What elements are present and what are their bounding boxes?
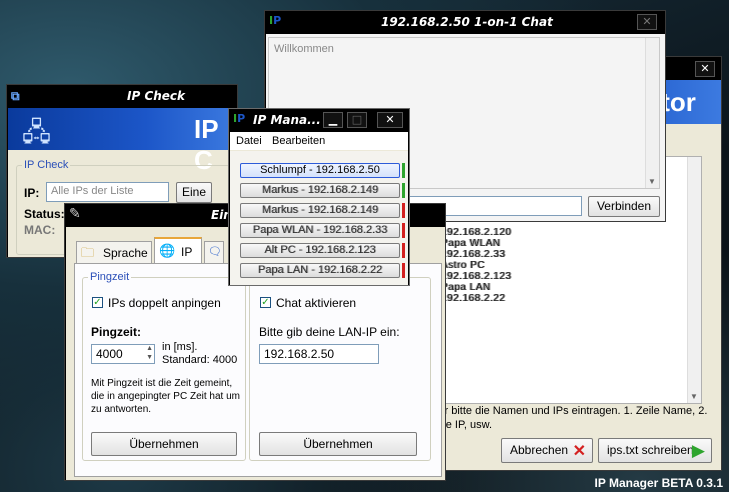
list-line: Astro PC bbox=[441, 260, 486, 271]
host-entry[interactable]: Schlumpf - 192.168.2.50 bbox=[240, 163, 400, 178]
apply-chat-button[interactable]: Übernehmen bbox=[259, 432, 417, 456]
status-indicator bbox=[402, 163, 405, 178]
write-ips-button-label: ips.txt schreiben bbox=[607, 443, 694, 457]
network-icon: ⧉ bbox=[11, 89, 20, 103]
settings-icon: ✎ bbox=[69, 206, 81, 222]
tab-ip-label: IP bbox=[181, 245, 193, 259]
ping-label: Pingzeit: bbox=[91, 325, 141, 339]
chat-log-scrollbar[interactable]: ▼ bbox=[645, 38, 659, 188]
host-entry[interactable]: Papa LAN - 192.168.2.22 bbox=[240, 263, 400, 278]
version-label: IP Manager BETA 0.3.1 bbox=[594, 476, 724, 490]
scroll-down-arrow-icon[interactable]: ▼ bbox=[690, 392, 698, 401]
apply-ping-button[interactable]: Übernehmen bbox=[91, 432, 237, 456]
menu-bar: Datei Bearbeiten bbox=[230, 132, 408, 150]
ping-description: Mit Pingzeit ist die Zeit gemeint, die i… bbox=[91, 378, 240, 415]
red-x-icon: ✕ bbox=[572, 443, 586, 460]
status-indicator bbox=[402, 243, 405, 258]
mac-label: MAC: bbox=[24, 223, 56, 237]
close-icon[interactable]: ✕ bbox=[377, 112, 403, 128]
ping-value-stepper[interactable]: 4000 ▲ ▼ bbox=[91, 344, 155, 364]
list-line: Papa LAN bbox=[441, 282, 491, 293]
chat-tab-icon: 🗨 bbox=[208, 246, 222, 258]
list-line: 192.168.2.120 bbox=[441, 227, 512, 238]
tab-sprache[interactable]: 🗀 Sprache bbox=[76, 241, 152, 263]
green-play-icon: ▶ bbox=[691, 441, 705, 460]
ping-standard: Standard: 4000 bbox=[162, 354, 238, 366]
chat-title: 192.168.2.50 1-on-1 Chat bbox=[381, 15, 553, 29]
ping-unit: in [ms]. bbox=[162, 341, 198, 353]
tab-ip[interactable]: 🌐 IP bbox=[154, 237, 202, 263]
status-indicator bbox=[402, 223, 405, 238]
ip-check-button[interactable]: Eine bbox=[176, 182, 212, 203]
tab-sprache-label: Sprache bbox=[103, 246, 148, 260]
tab-chat[interactable]: 🗨 bbox=[204, 241, 224, 263]
host-entry[interactable]: Papa WLAN - 192.168.2.33 bbox=[240, 223, 400, 238]
ip-input[interactable]: Alle IPs der Liste bbox=[46, 182, 169, 202]
menu-datei[interactable]: Datei bbox=[236, 135, 262, 147]
list-line: 192.168.2.22 bbox=[441, 293, 506, 304]
ping-value: 4000 bbox=[96, 347, 123, 361]
hint-text: Hier bitte die Namen und IPs eintragen. … bbox=[428, 405, 708, 431]
list-line: 192.168.2.123 bbox=[441, 271, 512, 282]
connect-button[interactable]: Verbinden bbox=[588, 196, 660, 217]
write-ips-button[interactable]: ips.txt schreiben ▶ bbox=[598, 438, 712, 463]
host-entry[interactable]: Markus - 192.168.2.149 bbox=[240, 203, 400, 218]
host-entry[interactable]: Alt PC - 192.168.2.123 bbox=[240, 243, 400, 258]
ip-check-title: IP Check bbox=[127, 89, 186, 103]
status-indicator bbox=[402, 263, 405, 278]
ip-manager-window: IP IP Mana... ▁ □ ✕ Datei Bearbeiten Sch… bbox=[228, 108, 410, 286]
stepper-up-icon[interactable]: ▲ bbox=[146, 345, 153, 352]
minimize-icon[interactable]: ▁ bbox=[323, 112, 343, 128]
chat-enable-label: Chat aktivieren bbox=[276, 296, 357, 310]
ip-list-content: 192.168.2.120 Papa WLAN 192.168.2.33 Ast… bbox=[441, 227, 511, 304]
ip-manager-logo-icon: IP bbox=[269, 14, 282, 27]
ip-check-legend: IP Check bbox=[22, 159, 71, 171]
status-indicator bbox=[402, 183, 405, 198]
globe-icon: 🌐 bbox=[159, 243, 176, 258]
ping-double-checkbox[interactable]: ✓ bbox=[92, 297, 103, 308]
ip-manager-logo-icon: IP bbox=[233, 112, 246, 125]
status-label: Status: bbox=[24, 207, 65, 221]
computers-icon: 🖧 bbox=[22, 117, 51, 147]
ip-label: IP: bbox=[24, 186, 40, 200]
list-line: 192.168.2.33 bbox=[441, 249, 506, 260]
host-entry[interactable]: Markus - 192.168.2.149 bbox=[240, 183, 400, 198]
ip-list-scrollbar[interactable]: ▼ bbox=[687, 157, 701, 403]
chat-titlebar[interactable]: IP 192.168.2.50 1-on-1 Chat ✕ bbox=[265, 11, 665, 33]
status-indicator bbox=[402, 203, 405, 218]
chat-welcome-text: Willkommen bbox=[274, 43, 334, 55]
ip-manager-title: IP Mana... bbox=[253, 113, 321, 127]
stepper-down-icon[interactable]: ▼ bbox=[146, 354, 153, 361]
lan-ip-input[interactable]: 192.168.2.50 bbox=[259, 344, 379, 364]
menu-bearbeiten[interactable]: Bearbeiten bbox=[272, 135, 325, 147]
maximize-icon[interactable]: □ bbox=[347, 112, 367, 128]
cancel-button[interactable]: Abbrechen ✕ bbox=[501, 438, 593, 463]
lan-ip-label: Bitte gib deine LAN-IP ein: bbox=[259, 325, 400, 339]
ping-double-label: IPs doppelt anpingen bbox=[108, 296, 221, 310]
list-line: Papa WLAN bbox=[441, 238, 501, 249]
ip-check-banner: 🖧 IP C bbox=[8, 108, 237, 175]
chat-enable-checkbox[interactable]: ✓ bbox=[260, 297, 271, 308]
cancel-button-label: Abbrechen bbox=[510, 443, 569, 457]
ip-manager-client: Datei Bearbeiten Schlumpf - 192.168.2.50… bbox=[230, 132, 408, 285]
close-icon[interactable]: ✕ bbox=[637, 14, 657, 30]
ip-check-titlebar[interactable]: ⧉ IP Check bbox=[7, 85, 237, 107]
close-icon[interactable]: ✕ bbox=[695, 61, 715, 77]
host-list: Schlumpf - 192.168.2.50 Markus - 192.168… bbox=[230, 151, 408, 285]
ip-manager-titlebar[interactable]: IP IP Mana... ▁ □ ✕ bbox=[229, 109, 409, 131]
ping-legend: Pingzeit bbox=[88, 271, 132, 283]
scroll-down-arrow-icon[interactable]: ▼ bbox=[648, 177, 656, 186]
